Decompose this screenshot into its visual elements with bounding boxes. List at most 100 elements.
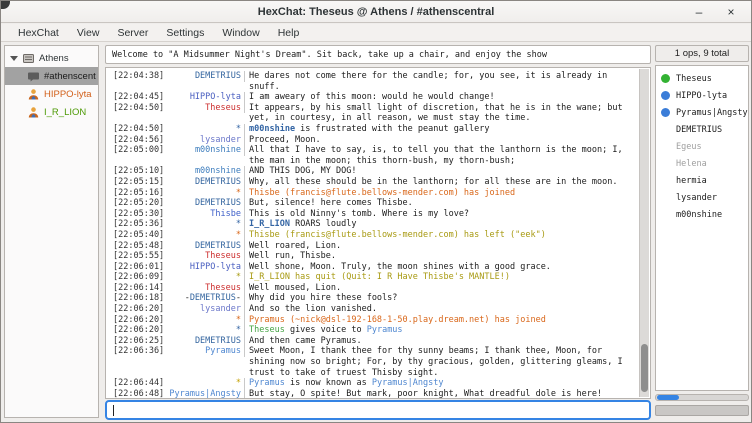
message-timestamp: [22:06:14]	[113, 283, 165, 294]
message-row: [22:06:14]TheseusWell moused, Lion.	[113, 283, 637, 294]
topic-input[interactable]: Welcome to "A Midsummer Night's Dream". …	[105, 45, 651, 64]
window-title: HexChat: Theseus @ Athens / #athenscentr…	[258, 6, 495, 18]
message-nick: DEMETRIUS	[165, 71, 245, 82]
message-text: Why, all these should be in the lanthorn…	[245, 177, 627, 188]
message-text: But, silence! here comes Thisbe.	[245, 198, 627, 209]
chat-scrollbar[interactable]	[639, 69, 649, 397]
message-nick: Pyramus	[165, 346, 245, 357]
message-timestamp: [22:06:01]	[113, 262, 165, 273]
user-name: hermia	[676, 176, 707, 186]
user-name: m00nshine	[676, 210, 722, 220]
message-timestamp: [22:04:50]	[113, 124, 165, 135]
message-row: [22:06:09]*I_R_LION has quit (Quit: I R …	[113, 272, 637, 283]
user-demetrius[interactable]: DEMETRIUS	[656, 121, 748, 138]
network-row[interactable]: Athens	[5, 49, 98, 67]
message-nick: DEMETRIUS	[165, 336, 245, 347]
message-text: Why did you hire these fools?	[245, 293, 627, 304]
message-row: [22:05:36]*I_R_LION ROARS loudly	[113, 219, 637, 230]
network-label: Athens	[39, 53, 69, 64]
hexchat-window: HexChat: Theseus @ Athens / #athenscentr…	[0, 0, 752, 423]
op-dot-icon	[661, 74, 670, 83]
menu-item-help[interactable]: Help	[269, 24, 309, 42]
message-nick: *	[165, 219, 245, 230]
user-m00nshine[interactable]: m00nshine	[656, 206, 748, 223]
titlebar[interactable]: HexChat: Theseus @ Athens / #athenscentr…	[1, 1, 751, 23]
message-nick: *	[165, 124, 245, 135]
message-timestamp: [22:04:50]	[113, 103, 165, 114]
message-row: [22:06:25]DEMETRIUSAnd then came Pyramus…	[113, 336, 637, 347]
user-theseus[interactable]: Theseus	[656, 70, 748, 87]
user-name: DEMETRIUS	[676, 125, 722, 135]
close-button[interactable]: ×	[719, 2, 743, 22]
message-text: Thisbe (francis@flute.bellows-mender.com…	[245, 188, 627, 199]
user-icon	[27, 106, 44, 119]
no-badge	[661, 125, 670, 134]
user-hippo-lyta[interactable]: HIPPO-lyta	[656, 87, 748, 104]
message-row: [22:05:00]m00nshineAll that I have to sa…	[113, 145, 637, 166]
user-lysander[interactable]: lysander	[656, 189, 748, 206]
message-text: AND THIS DOG, MY DOG!	[245, 166, 627, 177]
message-row: [22:06:36]PyramusSweet Moon, I thank the…	[113, 346, 637, 378]
message-timestamp: [22:05:16]	[113, 188, 165, 199]
message-nick: m00nshine	[165, 145, 245, 156]
tree-item-label: HIPPO-lyta	[44, 89, 92, 100]
user-pyramus-angsty[interactable]: Pyramus|Angsty	[656, 104, 748, 121]
user-egeus[interactable]: Egeus	[656, 138, 748, 155]
message-text: And then came Pyramus.	[245, 336, 627, 347]
minimize-button[interactable]: –	[687, 2, 711, 22]
message-row: [22:06:44]*Pyramus is now known as Pyram…	[113, 378, 637, 389]
message-row: [22:04:45]HIPPO-lytaI am aweary of this …	[113, 92, 637, 103]
sidebar-item-hippo-lyta[interactable]: HIPPO-lyta	[5, 85, 98, 103]
message-timestamp: [22:05:40]	[113, 230, 165, 241]
message-input[interactable]	[105, 400, 651, 420]
user-helena[interactable]: Helena	[656, 155, 748, 172]
menu-item-hexchat[interactable]: HexChat	[9, 24, 68, 42]
message-row: [22:05:16]*Thisbe (francis@flute.bellows…	[113, 188, 637, 199]
message-row: [22:05:15]DEMETRIUSWhy, all these should…	[113, 177, 637, 188]
sidebar-item--athenscentral[interactable]: #athenscent	[5, 67, 98, 85]
menu-item-server[interactable]: Server	[108, 24, 157, 42]
server-icon	[22, 52, 35, 65]
message-text: All that I have to say, is, to tell you …	[245, 145, 627, 166]
message-row: [22:06:48]Pyramus|AngstyBut stay, O spit…	[113, 389, 637, 399]
message-text: Well moused, Lion.	[245, 283, 627, 294]
sidebar-item-i-r-lion[interactable]: I_R_LION	[5, 103, 98, 121]
message-nick: DEMETRIUS	[165, 177, 245, 188]
menu-bar: HexChatViewServerSettingsWindowHelp	[1, 24, 751, 42]
message-nick: *	[165, 230, 245, 241]
chat-panel: [22:04:38]DEMETRIUSHe dares not come the…	[105, 67, 651, 399]
message-row: [22:05:55]TheseusWell run, Thisbe.	[113, 251, 637, 262]
message-text: Pyramus (~nick@dsl-192-168-1-50.play.dre…	[245, 315, 627, 326]
pane-resize-handle[interactable]	[655, 405, 749, 416]
userlist-header: 1 ops, 9 total	[655, 45, 749, 62]
message-timestamp: [22:05:00]	[113, 145, 165, 156]
userlist-hscrollbar[interactable]	[655, 394, 749, 401]
message-row: [22:06:20]lysanderAnd so the lion vanish…	[113, 304, 637, 315]
tree-item-label: #athenscent	[44, 71, 96, 82]
message-text: Well run, Thisbe.	[245, 251, 627, 262]
message-timestamp: [22:06:36]	[113, 346, 165, 357]
menu-item-window[interactable]: Window	[213, 24, 268, 42]
no-badge	[661, 159, 670, 168]
message-timestamp: [22:04:56]	[113, 135, 165, 146]
userlist-hscrollbar-thumb[interactable]	[657, 395, 679, 400]
message-text: Pyramus is now known as Pyramus|Angsty	[245, 378, 627, 389]
message-text: And so the lion vanished.	[245, 304, 627, 315]
no-badge	[661, 142, 670, 151]
message-nick: Theseus	[165, 283, 245, 294]
message-text: I_R_LION has quit (Quit: I R Have Thisbe…	[245, 272, 627, 283]
message-nick: lysander	[165, 135, 245, 146]
message-nick: m00nshine	[165, 166, 245, 177]
message-text: Well shone, Moon. Truly, the moon shines…	[245, 262, 627, 273]
no-badge	[661, 210, 670, 219]
user-name: Theseus	[676, 74, 712, 84]
user-hermia[interactable]: hermia	[656, 172, 748, 189]
menu-item-view[interactable]: View	[68, 24, 109, 42]
voice-dot-icon	[661, 91, 670, 100]
menu-item-settings[interactable]: Settings	[157, 24, 213, 42]
user-name: Pyramus|Angsty	[676, 108, 748, 118]
message-row: [22:05:20]DEMETRIUSBut, silence! here co…	[113, 198, 637, 209]
expander-icon[interactable]	[10, 56, 18, 61]
chat-scrollbar-thumb[interactable]	[641, 344, 648, 392]
message-nick: HIPPO-lyta	[165, 262, 245, 273]
